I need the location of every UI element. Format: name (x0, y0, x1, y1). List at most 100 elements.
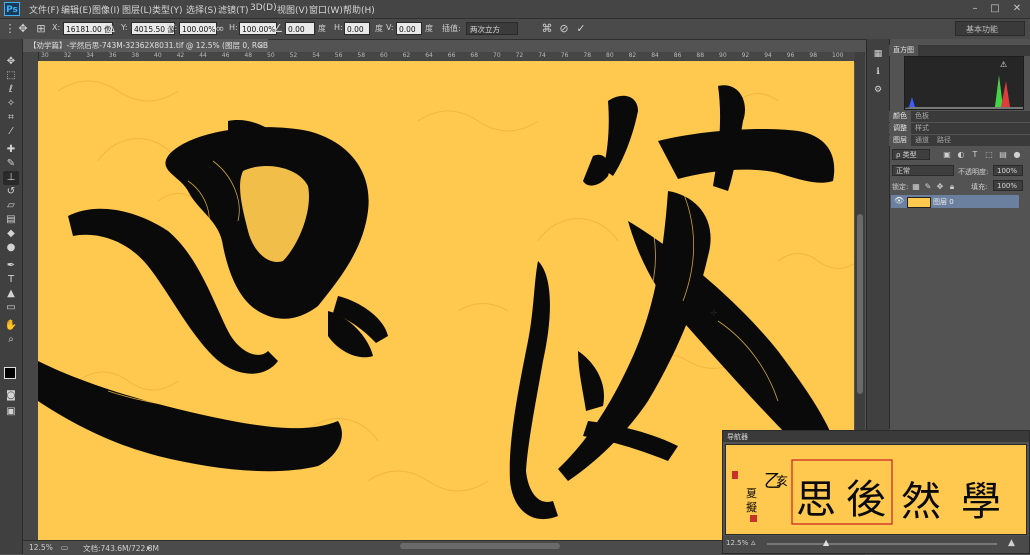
history-brush-icon[interactable]: ↺ (3, 185, 19, 199)
menu-edit[interactable]: 编辑(E) (61, 3, 92, 16)
tab-color[interactable]: 颜色 (889, 111, 911, 122)
fill-field[interactable]: 100% (993, 180, 1023, 191)
w-field[interactable]: 100.00% (179, 22, 217, 35)
foreground-color-swatch[interactable] (4, 367, 16, 379)
info-panel-icon[interactable]: ⚙ (870, 83, 886, 97)
properties-panel-icon[interactable]: ℹ (870, 65, 886, 79)
layer-kind-filter[interactable]: ρ 类型 (892, 149, 930, 160)
ruler-tick-label: 70 (493, 52, 501, 59)
hskew-field[interactable]: 0.00 (344, 22, 370, 35)
zoom-level[interactable]: 12.5% (29, 543, 53, 552)
pen-tool-icon[interactable]: ✒ (3, 259, 19, 273)
eye-icon[interactable]: 👁︎ (894, 196, 904, 205)
ruler-tick-label: 96 (786, 52, 795, 59)
lock-all-icon[interactable]: 🔒︎ (947, 181, 957, 192)
filter-shape-icon[interactable]: ⬚ (984, 149, 994, 160)
link-icon[interactable]: ∞ (213, 21, 227, 36)
menu-view[interactable]: 视图(V) (277, 3, 308, 16)
lock-transparent-icon[interactable]: ▦ (911, 181, 921, 192)
ruler-tick-label: 78 (583, 52, 592, 59)
horizontal-scroll-thumb[interactable] (400, 543, 560, 549)
tab-layers[interactable]: 图层 (889, 135, 911, 146)
layer-name[interactable]: 图层 0 (933, 197, 954, 207)
angle-field[interactable]: 0.00 (285, 22, 315, 35)
brush-tool-icon[interactable]: ✎ (3, 157, 19, 171)
zoom-slider-thumb[interactable]: ▲ (823, 538, 829, 547)
menu-select[interactable]: 选择(S) (186, 3, 217, 16)
crosshair-cursor-icon: ✛ (710, 309, 718, 319)
tab-paths[interactable]: 路径 (933, 135, 955, 146)
crop-tool-icon[interactable]: ⌗ (3, 111, 19, 125)
layer-row[interactable]: 👁︎ 图层 0 (891, 195, 1019, 208)
quick-mask-icon[interactable]: ◙ (3, 389, 19, 403)
tab-swatches[interactable]: 色板 (911, 111, 933, 122)
menu-help[interactable]: 帮助(H) (343, 3, 375, 16)
close-icon[interactable]: ✕ (1010, 2, 1024, 15)
dodge-icon[interactable]: ● (3, 241, 19, 255)
zoom-slider[interactable] (767, 543, 997, 545)
status-menu-arrow-icon[interactable]: ▸ (147, 543, 151, 552)
menu-window[interactable]: 窗口(W) (309, 3, 343, 16)
ruler-tick-label: 50 (267, 52, 275, 59)
commit-transform-icon[interactable]: ✓ (574, 21, 588, 36)
menu-image[interactable]: 图像(I) (92, 3, 120, 16)
vertical-scroll-thumb[interactable] (857, 214, 863, 394)
vskew-label: V: (386, 23, 394, 32)
minimize-icon[interactable]: – (968, 2, 982, 15)
vskew-field[interactable]: 0.00 (396, 22, 422, 35)
lasso-tool-icon[interactable]: ℓ (3, 83, 19, 97)
navigator-preview[interactable]: 乙 亥 夏 擬 思 後 然 學 (725, 444, 1027, 535)
navigator-zoom[interactable]: 12.5% (726, 539, 748, 547)
menu-layer[interactable]: 图层(L) (122, 3, 152, 16)
ruler-tick-label: 62 (402, 52, 411, 59)
menu-3d[interactable]: 3D(D) (250, 3, 277, 13)
degree-label: 度 (318, 24, 326, 33)
document-tab[interactable]: 【劝学篇】-学然后思-743M-32362X8031.tif @ 12.5% (… (23, 39, 268, 52)
move-tool-icon[interactable]: ✥ (3, 55, 19, 69)
tab-styles[interactable]: 样式 (911, 123, 933, 134)
path-select-icon[interactable]: ▲ (3, 287, 19, 301)
filter-type-icon[interactable]: T (970, 149, 980, 160)
filter-adjustment-icon[interactable]: ◐ (956, 149, 966, 160)
type-tool-icon[interactable]: T (3, 273, 19, 287)
filter-smart-icon[interactable]: ▤ (998, 149, 1008, 160)
rotate-icon: ∠ (273, 22, 283, 35)
menu-filter[interactable]: 滤镜(T) (218, 3, 249, 16)
interpolation-select[interactable]: 两次立方 (466, 22, 518, 35)
clone-stamp-icon[interactable]: ⊥ (3, 171, 19, 185)
lock-position-icon[interactable]: ✥ (935, 181, 945, 192)
tab-histogram[interactable]: 直方图 (889, 45, 918, 56)
eyedropper-icon[interactable]: ⁄ (3, 125, 19, 139)
hand-tool-icon[interactable]: ✋ (3, 319, 19, 333)
healing-brush-icon[interactable]: ✚ (3, 143, 19, 157)
filter-toggle-icon[interactable]: ● (1012, 149, 1022, 160)
tab-adjustments[interactable]: 调整 (889, 123, 911, 134)
lock-pixels-icon[interactable]: ✎ (923, 181, 933, 192)
cancel-transform-icon[interactable]: ⊘ (557, 21, 571, 36)
workspace-select[interactable]: 基本功能 (955, 21, 1025, 36)
menu-file[interactable]: 文件(F) (29, 3, 59, 16)
zoom-tool-icon[interactable]: ⌕ (3, 333, 19, 347)
tab-channels[interactable]: 通道 (911, 135, 933, 146)
zoom-out-icon[interactable]: ▵ (751, 538, 756, 548)
blend-mode-select[interactable]: 正常 (892, 165, 954, 176)
filter-pixel-icon[interactable]: ▣ (942, 149, 952, 160)
move-tool-icon[interactable]: ✥ (16, 21, 30, 36)
close-tab-icon[interactable]: × (258, 39, 264, 52)
gradient-icon[interactable]: ▤ (3, 213, 19, 227)
eraser-icon[interactable]: ▱ (3, 199, 19, 213)
marquee-tool-icon[interactable]: ⬚ (3, 69, 19, 83)
blur-icon[interactable]: ◆ (3, 227, 19, 241)
history-panel-icon[interactable]: ▦ (870, 47, 886, 61)
opacity-field[interactable]: 100% (993, 165, 1023, 176)
shape-tool-icon[interactable]: ▭ (3, 301, 19, 315)
maximize-icon[interactable]: □ (988, 2, 1002, 15)
zoom-in-icon[interactable]: ▲ (1008, 538, 1015, 548)
reference-point-icon[interactable]: ⊞ (34, 21, 48, 36)
warp-icon[interactable]: ⌘ (540, 21, 554, 36)
menu-type[interactable]: 类型(Y) (152, 3, 183, 16)
ruler-tick-label: 40 (154, 52, 162, 59)
screen-mode-icon[interactable]: ▣ (3, 405, 19, 419)
delta-icon[interactable]: ∆ (104, 21, 118, 36)
magic-wand-icon[interactable]: ✧ (3, 97, 19, 111)
